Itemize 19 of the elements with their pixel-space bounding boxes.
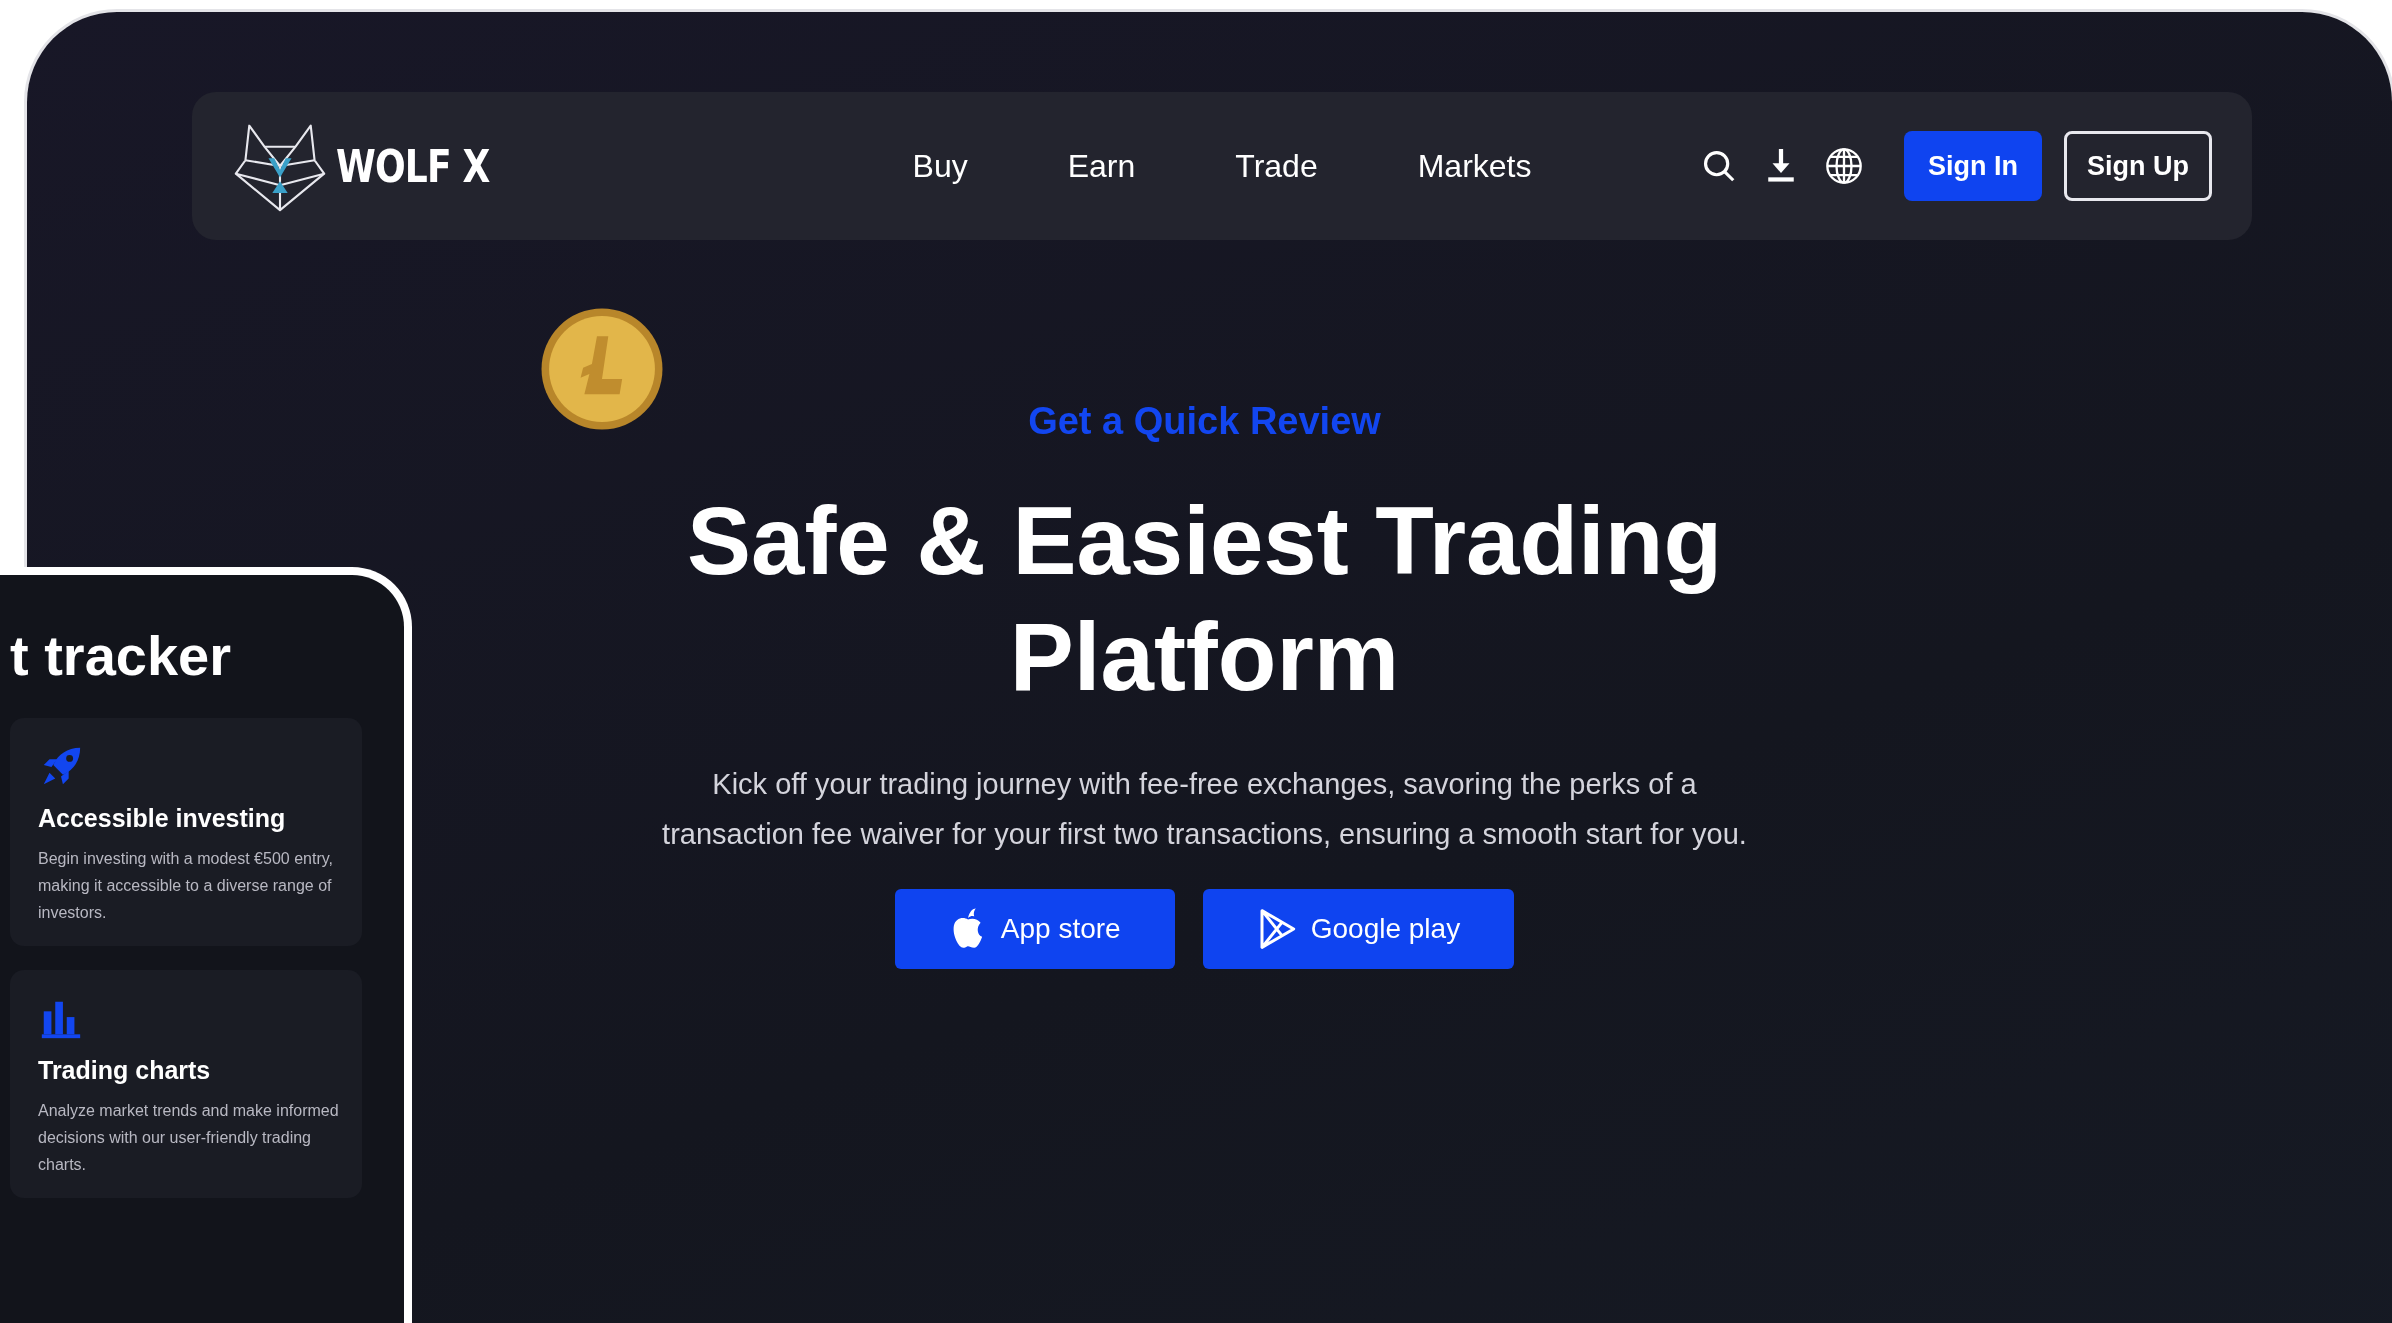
nav-link[interactable]: Markets	[1417, 147, 1532, 185]
hero-description: Kick off your trading journey with fee-free exchanges, savoring the perks of a transaction fee waiver for your first two transactions, ensuring a smooth start for you.	[661, 767, 1748, 852]
globe-icon[interactable]	[1824, 146, 1864, 186]
feature-title: Accessible investing	[38, 804, 287, 833]
nav-link[interactable]: Earn	[1067, 147, 1136, 185]
feature-description: Analyze market trends and make informed decisions with our user-friendly trading charts.	[38, 1101, 340, 1175]
hero-eyebrow: Get a Quick Review	[1028, 400, 1381, 443]
sign-in-button[interactable]: Sign In	[1904, 131, 2042, 201]
hero-headline: Safe & Easiest Trading Platform	[685, 486, 1723, 712]
coin-icon	[539, 306, 665, 432]
store-button[interactable]: App store	[894, 889, 1175, 969]
feature-description: Begin investing with a modest €500 entry, making it accessible to a diverse range of investors.	[38, 849, 334, 923]
nav-link[interactable]: Trade	[1235, 147, 1318, 185]
nav-link[interactable]: Buy	[912, 147, 968, 185]
brand-name: WOLF X	[336, 140, 490, 192]
panel-heading: t tracker	[10, 623, 233, 688]
feature-title: Trading charts	[38, 1056, 212, 1085]
store-button[interactable]: Google play	[1202, 889, 1515, 969]
sign-up-button[interactable]: Sign Up	[2064, 131, 2212, 201]
